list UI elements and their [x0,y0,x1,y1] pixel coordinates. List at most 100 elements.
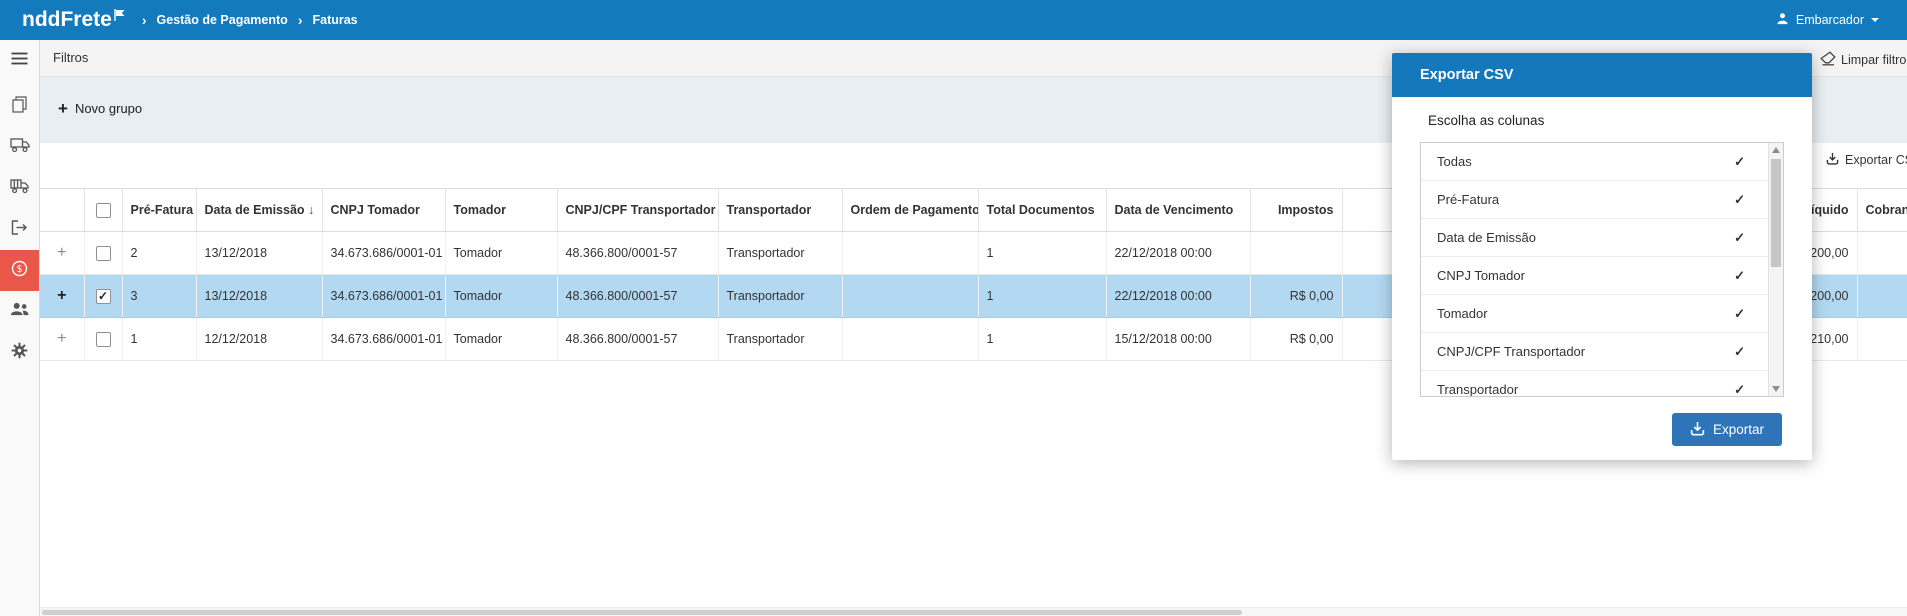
top-navigation-bar: nddFrete › Gestão de Pagamento › Faturas… [0,0,1907,40]
column-select-all [84,188,123,232]
user-menu-button[interactable]: Embarcador [1776,12,1879,28]
cell-ordem-pagamento [842,317,979,361]
column-option-cnpj-cpf-transportador[interactable]: CNPJ/CPF Transportador ✓ [1421,333,1783,371]
clear-filter-button[interactable]: Limpar filtro [1820,51,1906,69]
cell-checkbox [84,317,123,361]
horizontal-scrollbar[interactable] [40,607,1907,616]
select-all-checkbox[interactable] [95,202,111,218]
cell-cnpj-cpf-transportador: 48.366.800/0001-57 [557,274,719,318]
cell-pre-fatura: 3 [122,274,197,318]
row-checkbox[interactable] [95,245,111,261]
cell-impostos [1250,231,1343,275]
check-icon: ✓ [1734,230,1745,245]
sidebar-item-payments[interactable]: $ [0,250,39,291]
check-icon: ✓ [1734,192,1745,207]
option-label: Tomador [1437,306,1488,321]
column-option-transportador[interactable]: Transportador ✓ [1421,371,1783,397]
truck-icon [9,137,30,158]
cell-expand: + [40,317,85,361]
column-option-data-emissao[interactable]: Data de Emissão ✓ [1421,219,1783,257]
app-logo-text: nddFrete [22,8,112,31]
horizontal-scrollbar-thumb[interactable] [42,610,1242,615]
export-csv-button[interactable]: Exportar CSV [1826,152,1907,168]
sidebar-item-users[interactable] [0,291,39,332]
column-list: Todas ✓ Pré-Fatura ✓ Data de Emissão ✓ C… [1420,142,1784,397]
breadcrumb: › Gestão de Pagamento › Faturas [142,12,358,28]
cell-data-vencimento: 22/12/2018 00:00 [1106,274,1251,318]
column-data-vencimento[interactable]: Data de Vencimento [1106,188,1251,232]
column-transportador[interactable]: Transportador [718,188,843,232]
expand-row-icon[interactable]: + [57,287,66,304]
sidebar-item-documents[interactable] [0,86,39,127]
check-icon: ✓ [97,288,109,303]
cell-cnpj-cpf-transportador: 48.366.800/0001-57 [557,317,719,361]
column-total-documentos[interactable]: Total Documentos [978,188,1107,232]
column-option-todas[interactable]: Todas ✓ [1421,143,1783,181]
column-cnpj-tomador[interactable]: CNPJ Tomador [322,188,446,232]
modal-subtitle: Escolha as colunas [1428,113,1545,128]
sidebar-item-settings[interactable] [0,332,39,373]
column-tomador[interactable]: Tomador [445,188,558,232]
row-checkbox[interactable] [95,331,111,347]
documents-icon [12,95,27,118]
sort-desc-icon: ↓ [308,203,315,217]
scroll-down-arrow[interactable] [1772,386,1780,392]
cell-data-emissao: 12/12/2018 [196,317,323,361]
column-option-cnpj-tomador[interactable]: CNPJ Tomador ✓ [1421,257,1783,295]
option-label: Pré-Fatura [1437,192,1500,207]
download-icon [1690,421,1705,439]
plus-icon: + [58,99,68,118]
payment-icon: $ [11,260,28,282]
cell-total-documentos: 1 [978,231,1107,275]
option-label: Transportador [1437,382,1519,397]
list-scrollbar[interactable] [1768,143,1783,396]
cell-cnpj-cpf-transportador: 48.366.800/0001-57 [557,231,719,275]
row-checkbox-checked[interactable]: ✓ [95,288,111,304]
cell-checkbox: ✓ [84,274,123,318]
check-icon: ✓ [1734,306,1745,321]
scroll-up-arrow[interactable] [1772,147,1780,153]
column-label: Data de Emissão [204,203,305,217]
new-group-button[interactable]: + Novo grupo [58,100,142,117]
app-logo[interactable]: nddFrete [22,8,125,32]
column-option-tomador[interactable]: Tomador ✓ [1421,295,1783,333]
export-csv-modal: Exportar CSV Escolha as colunas Todas ✓ … [1392,53,1812,460]
expand-row-icon[interactable]: + [57,330,66,347]
check-icon: ✓ [1734,154,1745,169]
cell-transportador: Transportador [718,231,843,275]
sidebar-item-fleet[interactable] [0,168,39,209]
check-icon: ✓ [1734,382,1745,397]
column-cobranca[interactable]: Cobrança [1857,188,1907,232]
column-expand [40,188,85,232]
eraser-icon [1820,51,1836,69]
column-data-emissao[interactable]: Data de Emissão ↓ [196,188,323,232]
cell-tomador: Tomador [445,274,558,318]
cell-impostos: R$ 0,00 [1250,317,1343,361]
cell-cnpj-tomador: 34.673.686/0001-01 [322,231,446,275]
svg-text:$: $ [16,264,22,275]
sidebar: $ [0,40,40,616]
menu-toggle-button[interactable] [0,40,39,81]
users-icon [10,302,29,321]
breadcrumb-gestao-de-pagamento[interactable]: Gestão de Pagamento [157,13,288,27]
column-pre-fatura[interactable]: Pré-Fatura [122,188,197,232]
cell-data-vencimento: 22/12/2018 00:00 [1106,231,1251,275]
column-ordem-pagamento[interactable]: Ordem de Pagamento [842,188,979,232]
sidebar-item-truck[interactable] [0,127,39,168]
option-label: Data de Emissão [1437,230,1536,245]
export-button[interactable]: Exportar [1671,413,1782,446]
cell-data-vencimento: 15/12/2018 00:00 [1106,317,1251,361]
cell-checkbox [84,231,123,275]
expand-row-icon[interactable]: + [57,244,66,261]
sidebar-item-export[interactable] [0,209,39,250]
breadcrumb-faturas[interactable]: Faturas [312,13,357,27]
cell-data-emissao: 13/12/2018 [196,231,323,275]
cell-total-documentos: 1 [978,317,1107,361]
scrollbar-thumb[interactable] [1771,159,1781,267]
logo-flag-icon [114,3,125,27]
column-option-pre-fatura[interactable]: Pré-Fatura ✓ [1421,181,1783,219]
cell-expand: + [40,231,85,275]
option-label: Todas [1437,154,1472,169]
column-cnpj-cpf-transportador[interactable]: CNPJ/CPF Transportador [557,188,719,232]
column-impostos[interactable]: Impostos [1250,188,1343,232]
